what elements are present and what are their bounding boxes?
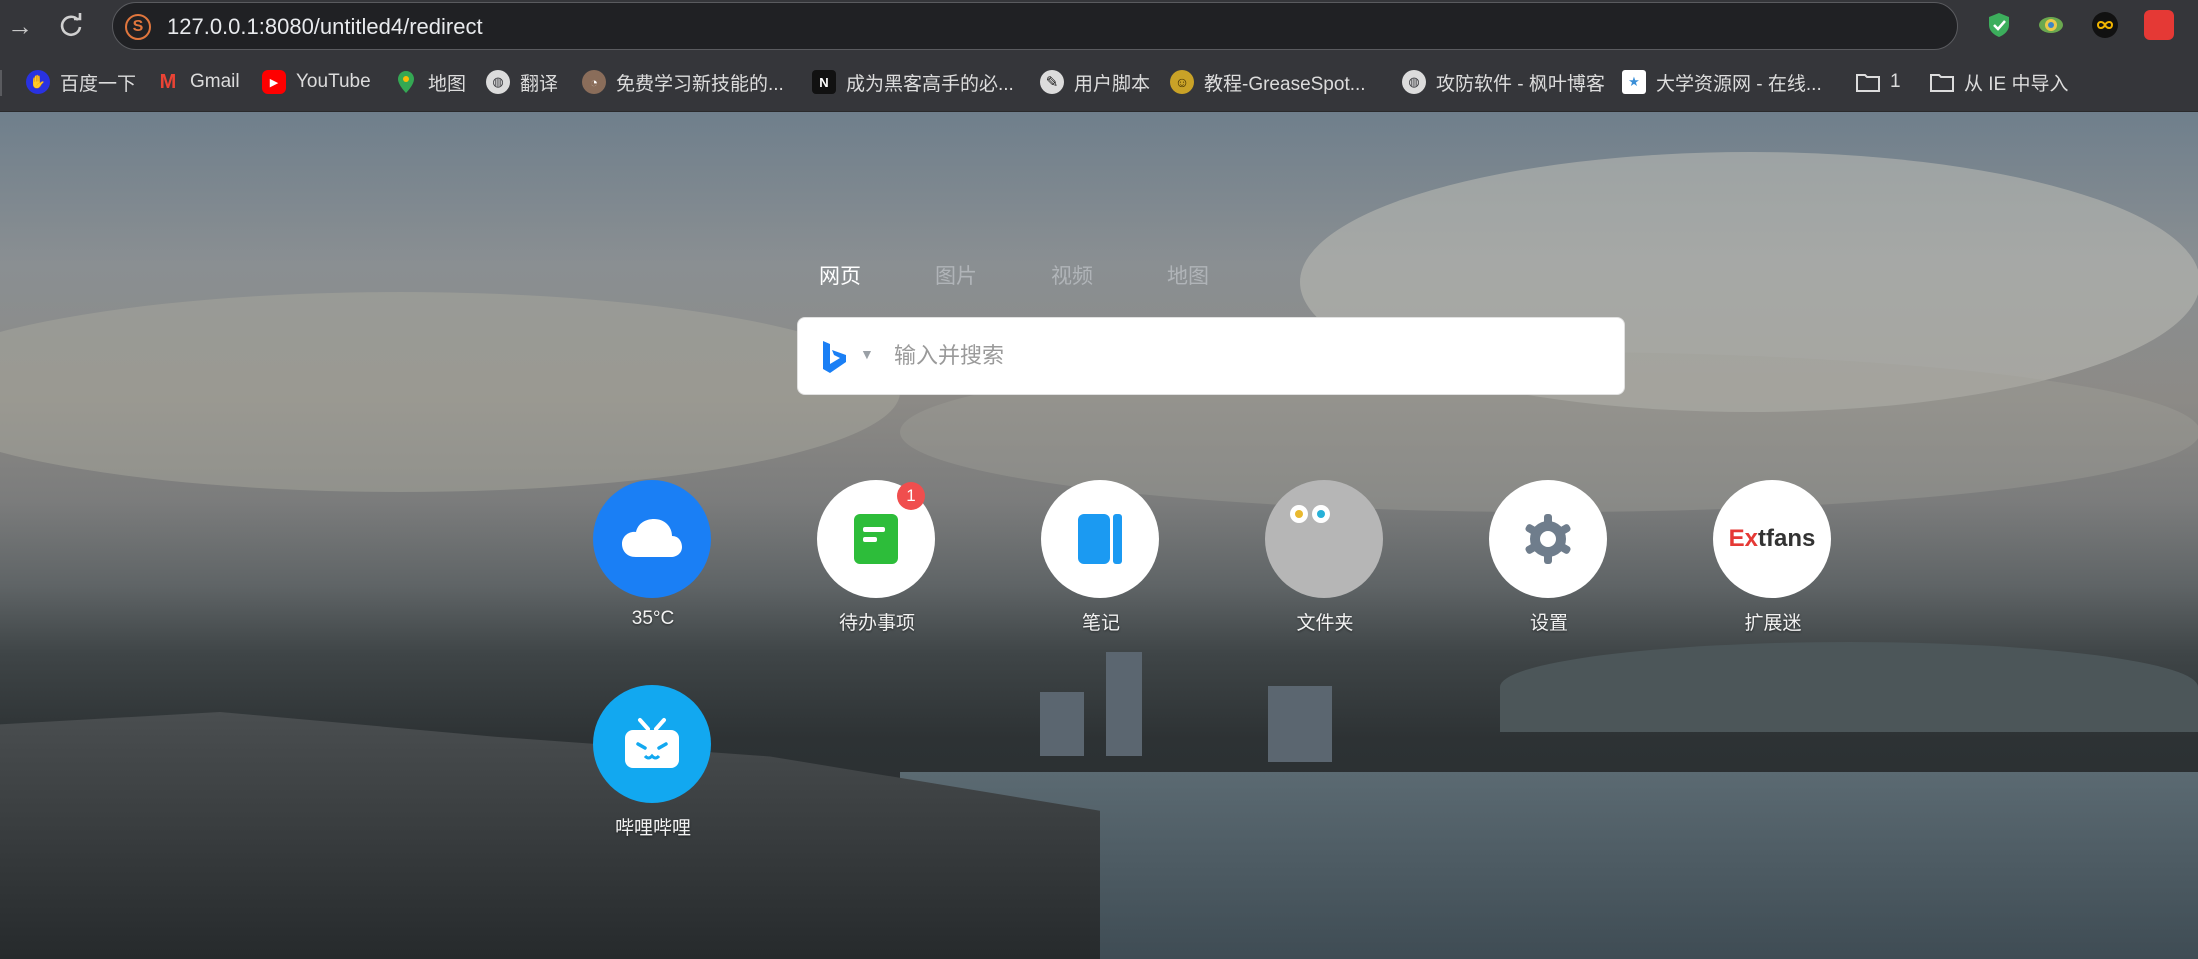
folder-icon xyxy=(1930,70,1954,94)
engine-dropdown-chevron-icon[interactable]: ▼ xyxy=(860,346,874,362)
search-box: ▼ xyxy=(797,317,1625,395)
bookmark-label: 从 IE 中导入 xyxy=(1964,73,2069,95)
bookmark-label: 大学资源网 - 在线... xyxy=(1656,73,1822,95)
app-todo[interactable]: 1 待办事项 xyxy=(817,480,937,640)
avatar-icon: ◔ xyxy=(582,70,606,94)
settings-label: 设置 xyxy=(1529,613,1568,634)
app-extfans[interactable]: Extfans 扩展迷 xyxy=(1713,480,1833,640)
extfans-logo-text: Extfans xyxy=(1729,525,1816,553)
bookmark-gmail[interactable]: M Gmail xyxy=(156,68,240,96)
bilibili-tile-circle xyxy=(593,685,711,803)
bookmark-translate[interactable]: ◍ 翻译 xyxy=(486,68,558,96)
background-building xyxy=(1106,652,1142,756)
bookmark-label: 1 xyxy=(1890,71,1901,92)
folder-tile-circle xyxy=(1265,480,1383,598)
background-building xyxy=(1040,692,1084,756)
background-city xyxy=(0,712,1100,959)
bing-icon[interactable] xyxy=(820,340,850,374)
folder-icon xyxy=(1856,70,1880,94)
bookmark-greasespot[interactable]: ☺ 教程-GreaseSpot... xyxy=(1170,68,1366,96)
gear-icon xyxy=(1525,514,1571,564)
notes-label: 笔记 xyxy=(1081,613,1120,634)
bookmarks-bar: ✋ 百度一下 M Gmail ▶ YouTube 地图 ◍ 翻译 ◔ 免费学习新… xyxy=(0,52,2198,112)
shield-check-extension-icon[interactable] xyxy=(1984,10,2014,40)
globe-icon: ◍ xyxy=(486,70,510,94)
notion-icon: N xyxy=(812,70,836,94)
ie-tab-extension-icon[interactable] xyxy=(2036,10,2066,40)
bookmark-youtube[interactable]: ▶ YouTube xyxy=(262,68,371,96)
browser-toolbar: → S 127.0.0.1:8080/untitled4/redirect xyxy=(0,0,2198,52)
red-extension-icon[interactable] xyxy=(2144,10,2174,40)
app-weather[interactable]: 35°C xyxy=(593,480,713,640)
cloud-icon xyxy=(622,519,682,557)
tab-images[interactable]: 图片 xyxy=(935,260,977,290)
address-bar[interactable]: S 127.0.0.1:8080/untitled4/redirect xyxy=(112,2,1958,50)
bookmark-label: 用户脚本 xyxy=(1074,73,1151,95)
bookmark-label: Gmail xyxy=(190,71,240,92)
background-mountain xyxy=(1500,642,2198,732)
gmail-icon: M xyxy=(159,70,177,93)
weather-tile-circle xyxy=(593,480,711,598)
bookmark-label: 成为黑客高手的必... xyxy=(846,73,1014,95)
bilibili-label: 哔哩哔哩 xyxy=(614,818,691,839)
bilibili-icon xyxy=(625,718,679,768)
extfans-logo-tfans: tfans xyxy=(1758,525,1816,552)
bookmark-label: 翻译 xyxy=(520,73,559,95)
settings-tile-circle xyxy=(1489,480,1607,598)
bookmark-label: 地图 xyxy=(428,73,467,95)
search-input[interactable] xyxy=(894,336,1594,376)
bookmark-user-scripts[interactable]: ✎ 用户脚本 xyxy=(1040,68,1150,96)
bookmark-hacker[interactable]: N 成为黑客高手的必... xyxy=(812,68,1014,96)
folder-eyes-icon xyxy=(1290,505,1330,523)
reload-svg xyxy=(60,13,82,37)
todo-count-badge: 1 xyxy=(897,482,925,510)
notebook-icon xyxy=(1078,514,1122,564)
bookmark-university[interactable]: ★ 大学资源网 - 在线... xyxy=(1622,68,1822,96)
tab-maps[interactable]: 地图 xyxy=(1167,260,1209,290)
background-building xyxy=(1268,686,1332,762)
bookmark-fengye-blog[interactable]: ◍ 攻防软件 - 枫叶博客 xyxy=(1402,68,1605,96)
notes-tile-circle xyxy=(1041,480,1159,598)
youtube-icon: ▶ xyxy=(262,70,286,94)
infinity-extension-icon[interactable] xyxy=(2090,10,2120,40)
script-icon: ✎ xyxy=(1040,70,1064,94)
bookmark-label: 教程-GreaseSpot... xyxy=(1204,73,1366,95)
todo-icon xyxy=(854,514,898,564)
bookmark-label: 攻防软件 - 枫叶博客 xyxy=(1436,73,1605,95)
greasemonkey-icon: ☺ xyxy=(1170,70,1194,94)
bookmark-maps[interactable]: 地图 xyxy=(394,68,466,96)
bookmark-folder-1[interactable]: 1 xyxy=(1856,68,1901,96)
extfans-label: 扩展迷 xyxy=(1744,613,1802,634)
bookmark-learn-skills[interactable]: ◔ 免费学习新技能的... xyxy=(582,68,784,96)
maps-icon xyxy=(394,70,418,94)
site-favicon-icon: S xyxy=(125,14,151,40)
tab-web[interactable]: 网页 xyxy=(819,260,861,290)
bookmark-label: YouTube xyxy=(296,71,371,92)
bookmark-baidu[interactable]: ✋ 百度一下 xyxy=(26,68,136,96)
weather-label: 35°C xyxy=(631,608,675,629)
extfans-logo-ex: Ex xyxy=(1728,525,1758,552)
bookmarks-divider xyxy=(0,70,2,96)
extfans-logo-icon: Extfans xyxy=(1713,480,1831,598)
new-tab-page: 网页 图片 视频 地图 ▼ 35°C 1 待办事项 xyxy=(0,112,2198,959)
baidu-icon: ✋ xyxy=(26,70,50,94)
tab-videos[interactable]: 视频 xyxy=(1051,260,1093,290)
university-icon: ★ xyxy=(1622,70,1646,94)
bookmark-folder-ie-import[interactable]: 从 IE 中导入 xyxy=(1930,68,2069,96)
todo-label: 待办事项 xyxy=(838,613,915,634)
app-settings[interactable]: 设置 xyxy=(1489,480,1609,640)
background-cloud xyxy=(0,292,900,492)
reload-icon[interactable] xyxy=(56,10,88,42)
globe-icon: ◍ xyxy=(1402,70,1426,94)
folder-label: 文件夹 xyxy=(1296,613,1354,634)
url-text[interactable]: 127.0.0.1:8080/untitled4/redirect xyxy=(167,13,483,41)
app-notes[interactable]: 笔记 xyxy=(1041,480,1161,640)
app-folder[interactable]: 文件夹 xyxy=(1265,480,1385,640)
app-bilibili[interactable]: 哔哩哔哩 xyxy=(593,685,713,845)
bookmark-label: 百度一下 xyxy=(60,73,137,95)
bookmark-label: 免费学习新技能的... xyxy=(616,73,784,95)
forward-arrow-icon[interactable]: → xyxy=(4,10,36,42)
